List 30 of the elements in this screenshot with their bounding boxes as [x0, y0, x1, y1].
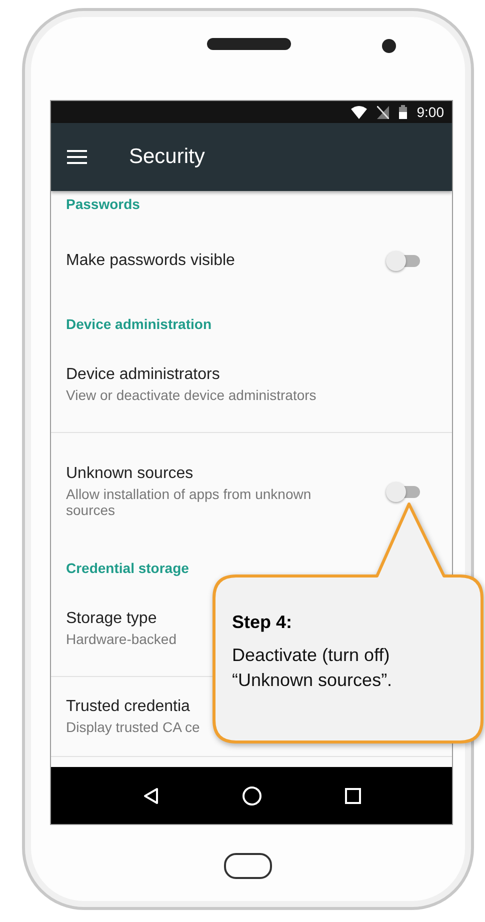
camera-lens [382, 39, 396, 53]
wifi-icon [350, 106, 367, 118]
setting-title: Storage type [66, 610, 157, 628]
setting-summary: View or deactivate device administrators [66, 386, 316, 402]
home-button[interactable] [224, 853, 272, 879]
menu-icon[interactable] [67, 150, 87, 164]
setting-summary: Display trusted CA ce [66, 719, 200, 735]
setting-title: Unknown sources [66, 465, 194, 483]
settings-row[interactable]: Make passwords visible [51, 216, 452, 306]
status-time: 9:00 [416, 104, 444, 120]
no-sim-icon [376, 106, 389, 118]
battery-icon [398, 105, 407, 119]
callout-title: Step 4: [232, 612, 294, 633]
section-header: Credential storage [65, 559, 190, 578]
recents-icon[interactable] [344, 788, 361, 804]
setting-summary: Allow installation of apps from unknown sources [66, 486, 312, 518]
settings-row[interactable]: Unknown sources Allow installation of apps from unknown sources [51, 433, 452, 550]
home-icon[interactable] [242, 786, 262, 806]
setting-title: Device administrators [66, 366, 220, 384]
setting-title: Trusted credentia [66, 698, 190, 716]
toggle-switch[interactable] [386, 250, 422, 272]
callout-text: Deactivate (turn off) “Unknown sources”. [232, 644, 394, 692]
section-header: Device administration [65, 315, 212, 334]
section-header: Passwords [65, 195, 141, 214]
setting-summary: Hardware-backed [66, 630, 176, 646]
toggle-switch[interactable] [386, 480, 422, 502]
setting-title: Make passwords visible [66, 252, 235, 270]
settings-row[interactable]: Device administrators View or deactivate device administrators [51, 336, 452, 433]
back-icon[interactable] [142, 786, 160, 804]
toolbar-title: Security [129, 145, 205, 169]
